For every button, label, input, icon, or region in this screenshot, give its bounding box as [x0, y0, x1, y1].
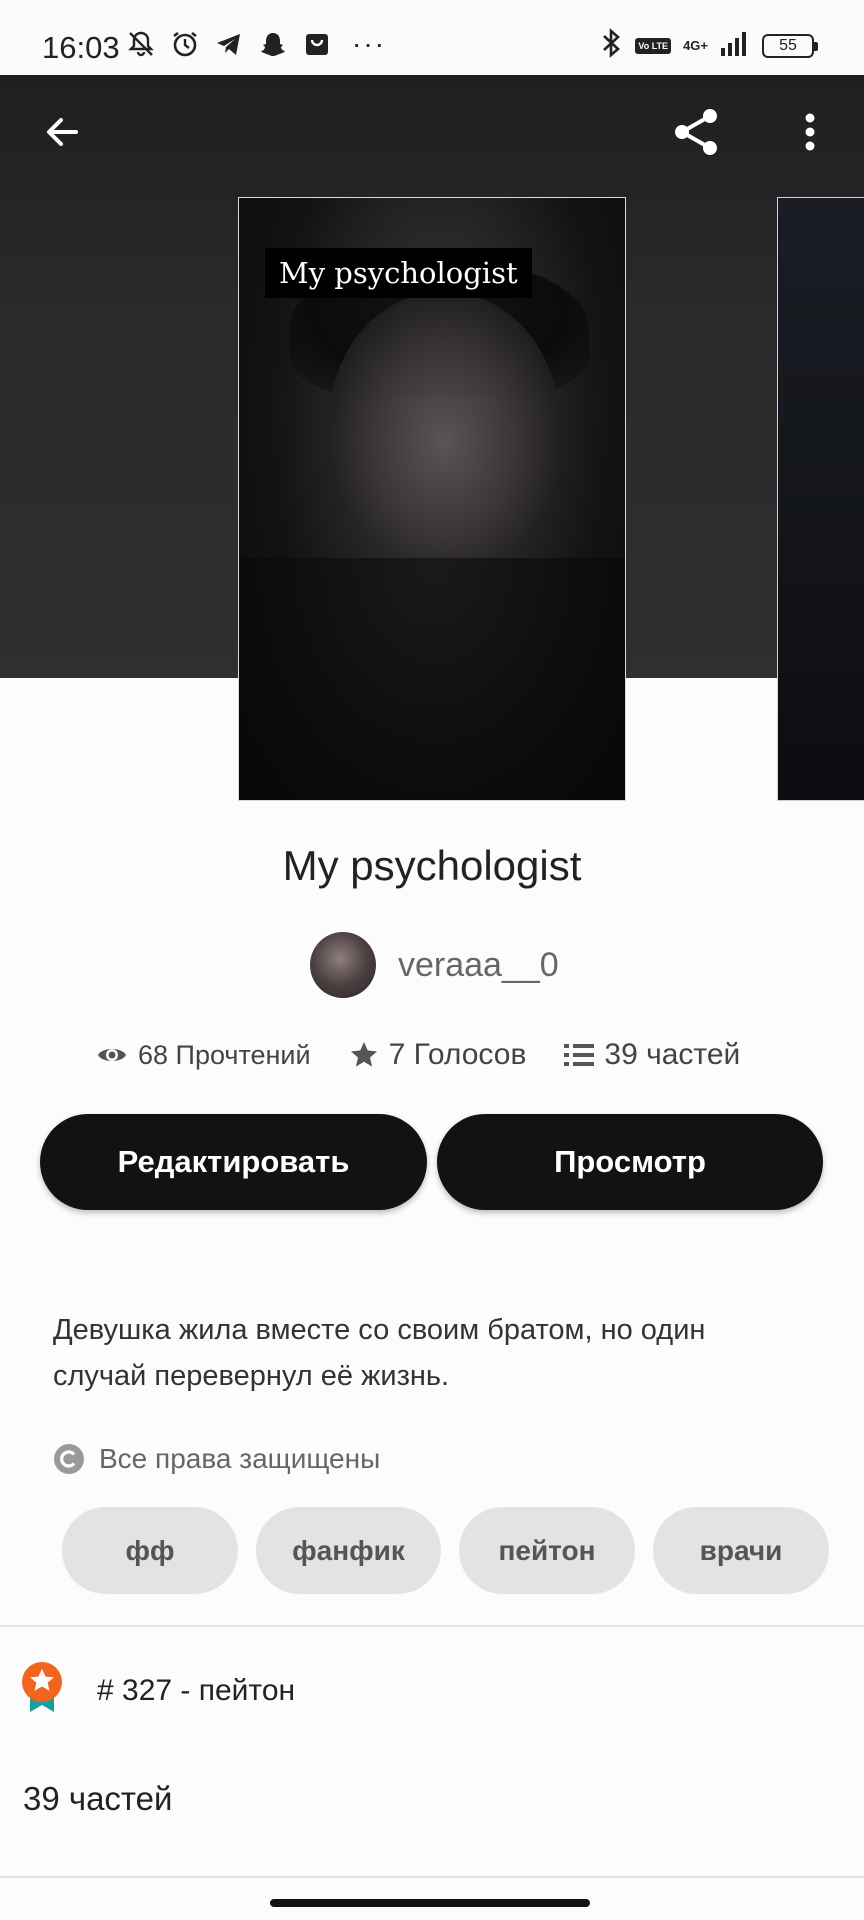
- status-more-icon: ···: [352, 28, 386, 59]
- list-icon: [564, 1044, 595, 1066]
- more-vertical-icon: [805, 113, 815, 151]
- copyright-icon: [54, 1444, 84, 1474]
- shop-icon: [302, 29, 332, 59]
- avatar: [310, 932, 376, 998]
- next-cover-preview[interactable]: [777, 197, 864, 801]
- copyright-notice: Все права защищены: [53, 1443, 380, 1475]
- back-button[interactable]: [32, 102, 92, 162]
- volte-badge: Vo LTE: [635, 37, 672, 54]
- rank-text[interactable]: # 327 - пейтон: [97, 1674, 295, 1708]
- status-icons-left: ···: [126, 28, 386, 60]
- story-cover[interactable]: My psychologist: [238, 197, 626, 801]
- cover-body-art: [239, 558, 625, 800]
- network-type: 4G+: [683, 38, 708, 53]
- parts-stat: 39 частей: [564, 1038, 740, 1072]
- share-button[interactable]: [666, 102, 726, 162]
- telegram-icon: [214, 29, 244, 59]
- cover-face-art: [329, 293, 559, 563]
- tag-chip[interactable]: пейтон: [459, 1507, 635, 1594]
- story-title: My psychologist: [282, 842, 582, 889]
- view-button[interactable]: Просмотр: [437, 1114, 823, 1210]
- tag-chip[interactable]: фанфик: [256, 1507, 441, 1594]
- status-time: 16:03: [42, 30, 120, 65]
- author-link[interactable]: veraaa__0: [310, 932, 559, 998]
- star-icon: [350, 1042, 377, 1067]
- tag-chip[interactable]: фф: [62, 1507, 238, 1594]
- parts-heading: 39 частей: [23, 1780, 173, 1817]
- tag-chip[interactable]: врачи: [653, 1507, 829, 1594]
- share-icon: [675, 109, 717, 155]
- section-divider: [0, 1876, 864, 1878]
- cover-title: My psychologist: [265, 248, 532, 298]
- parts-count: 39 частей: [604, 1038, 741, 1071]
- section-divider: [0, 1625, 864, 1627]
- story-stats: 68 Прочтений 7 Голосов 39 частей: [96, 1038, 740, 1072]
- status-right: Vo LTE 4G+ 55: [599, 28, 818, 63]
- eye-icon: [98, 1049, 126, 1061]
- edit-button[interactable]: Редактировать: [40, 1114, 427, 1210]
- snapchat-icon: [258, 29, 288, 59]
- ranking-badge-icon: [22, 1662, 62, 1712]
- battery-icon: 55: [762, 33, 818, 58]
- more-options-button[interactable]: [780, 102, 840, 162]
- rank-badge-row[interactable]: [20, 1660, 64, 1714]
- signal-icon: [720, 30, 750, 61]
- copyright-text: Все права защищены: [99, 1443, 381, 1474]
- reads-stat: 68 Прочтений: [96, 1040, 311, 1071]
- reads-count: 68 Прочтений: [138, 1039, 311, 1070]
- bluetooth-icon: [599, 28, 623, 63]
- arrow-left-icon: [47, 118, 78, 146]
- alarm-icon: [170, 29, 200, 59]
- tag-list: фф фанфик пейтон врачи: [62, 1507, 829, 1594]
- story-description: Девушка жила вместе со своим братом, но …: [53, 1314, 706, 1392]
- votes-stat: 7 Голосов: [349, 1038, 527, 1072]
- status-bar: 16:03 ··· Vo LTE 4G+ 55: [0, 0, 864, 75]
- author-name: veraaa__0: [398, 945, 559, 984]
- home-indicator[interactable]: [270, 1899, 590, 1907]
- votes-count: 7 Голосов: [388, 1038, 527, 1071]
- mute-bell-icon: [126, 29, 156, 59]
